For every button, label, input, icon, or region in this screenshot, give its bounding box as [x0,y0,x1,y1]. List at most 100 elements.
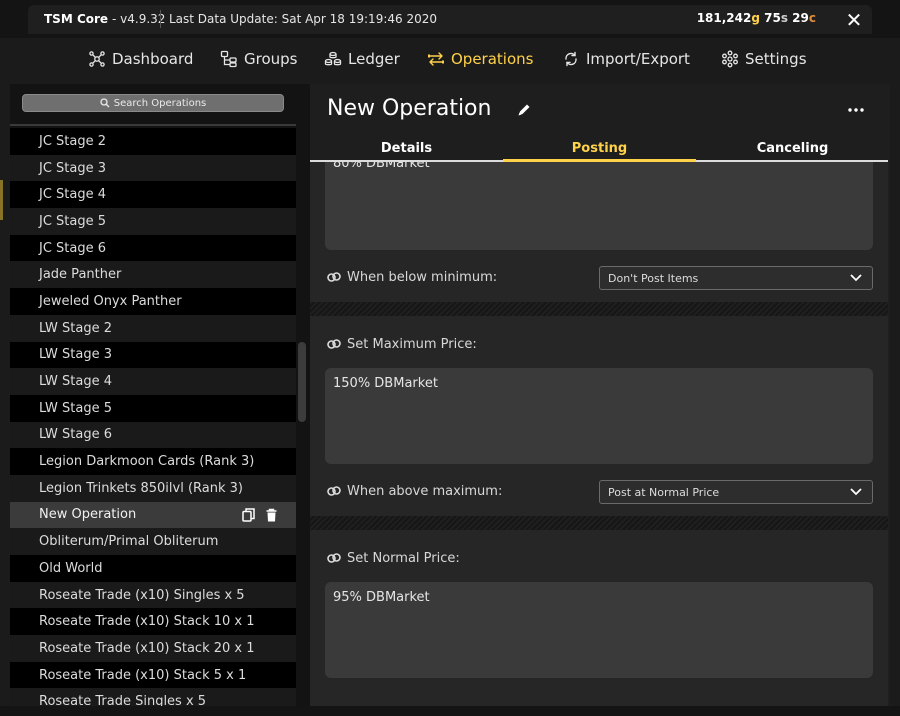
min-price-input[interactable]: 80% DBMarket [325,162,873,250]
list-item[interactable]: Roseate Trade (x10) Stack 20 x 1 [10,635,296,662]
search-operations-input[interactable]: Search Operations [22,94,284,112]
list-item[interactable]: Roseate Trade (x10) Stack 10 x 1 [10,608,296,636]
list-item[interactable]: Obliterum/Primal Obliterum [10,528,296,555]
nav-dashboard[interactable]: Dashboard [88,46,193,72]
nav-operations[interactable]: Operations [427,46,533,72]
list-item[interactable]: Jade Panther [10,261,296,289]
normal-price-value: 95% DBMarket [333,590,430,605]
app-name: TSM Core [44,12,109,26]
nav-dashboard-label: Dashboard [112,50,194,68]
list-item-label: Legion Trinkets 850ilvl (Rank 3) [39,480,243,496]
title-separator [160,10,161,28]
list-item-label: JC Stage 5 [39,213,107,229]
list-item-label: LW Stage 4 [39,374,113,390]
nav-groups[interactable]: Groups [220,46,297,72]
operation-details-panel: New Operation Details Posting Canceling … [310,84,890,716]
app-version: - v4.9.32 [112,12,166,26]
nav-settings-label: Settings [745,50,807,68]
pencil-icon[interactable] [516,102,532,118]
nav-groups-label: Groups [244,50,298,68]
edge-glow [0,180,3,220]
min-price-section: 80% DBMarket When below minimum: Don't P… [310,162,888,302]
list-item[interactable]: LW Stage 6 [10,421,296,449]
dashboard-icon [89,51,105,67]
groups-icon [220,50,237,68]
silver-value: 75 [759,11,781,25]
ledger-icon [324,51,342,66]
max-price-text: Set Maximum Price: [347,336,477,352]
row-actions [242,507,278,522]
tab-posting[interactable]: Posting [503,138,696,160]
list-scrollbar[interactable] [298,342,306,422]
above-max-text: When above maximum: [347,483,503,499]
list-item-label: Roseate Trade (x10) Singles x 5 [39,587,245,603]
max-price-value: 150% DBMarket [333,376,438,391]
list-item-label: Jade Panther [39,267,122,283]
delete-icon[interactable] [265,508,278,522]
list-item-label: Old World [39,560,103,576]
max-price-input[interactable]: 150% DBMarket [325,368,873,464]
list-item[interactable]: JC Stage 3 [10,154,296,182]
nav-import-export[interactable]: Import/Export [562,46,690,72]
list-item[interactable]: Jeweled Onyx Panther [10,288,296,315]
list-item[interactable]: JC Stage 6 [10,234,296,262]
app-window: TSM Core - v4.9.32 Last Data Update: Sat… [0,0,900,716]
chevron-down-icon [850,488,862,496]
tab-canceling[interactable]: Canceling [696,138,889,160]
gold-unit: g [751,11,760,25]
silver-unit: s [780,11,788,25]
list-item[interactable]: Roseate Trade (x10) Stack 5 x 1 [10,661,296,689]
list-item-label: LW Stage 5 [39,400,113,416]
normal-price-input[interactable]: 95% DBMarket [325,582,873,678]
list-item[interactable]: Legion Trinkets 850ilvl (Rank 3) [10,474,296,502]
list-item-label: Legion Darkmoon Cards (Rank 3) [39,454,255,470]
window-bottom-border [0,706,900,716]
copy-icon[interactable] [242,507,255,522]
close-button[interactable]: ✕ [836,6,872,34]
link-icon [327,339,341,349]
more-options-icon[interactable] [848,108,864,112]
list-item-label: New Operation [39,507,137,523]
above-max-dropdown[interactable]: Post at Normal Price [599,480,873,504]
normal-price-label: Set Normal Price: [327,549,460,567]
list-item-label: LW Stage 6 [39,427,113,443]
list-item[interactable]: JC Stage 4 [10,181,296,209]
list-item[interactable]: New Operation [10,501,296,529]
main-nav: Dashboard Groups Ledger Operations Impor… [0,38,900,118]
list-item[interactable]: Roseate Trade (x10) Singles x 5 [10,581,296,609]
above-max-label: When above maximum: [327,482,502,500]
list-item[interactable]: LW Stage 5 [10,394,296,422]
list-item[interactable]: Legion Darkmoon Cards (Rank 3) [10,448,296,475]
search-divider [10,124,296,126]
list-item-label: Obliterum/Primal Obliterum [39,534,219,550]
list-item-label: Jeweled Onyx Panther [39,293,182,309]
normal-price-section: Set Normal Price: 95% DBMarket [310,530,888,716]
operation-title: New Operation [327,96,492,121]
nav-operations-label: Operations [451,50,534,68]
operations-icon [428,52,444,66]
copper-unit: c [808,11,816,25]
list-item[interactable]: JC Stage 2 [10,128,296,155]
list-item[interactable]: JC Stage 5 [10,208,296,235]
list-item-label: JC Stage 4 [39,187,107,203]
max-price-label: Set Maximum Price: [327,335,477,353]
last-data-update: Last Data Update: Sat Apr 18 19:19:46 20… [169,12,437,26]
operations-sidebar: Search Operations JC Stage 2 JC Stage 3 JC… [10,84,310,716]
nav-import-export-label: Import/Export [586,50,690,68]
nav-ledger[interactable]: Ledger [324,46,400,72]
list-item-label: LW Stage 3 [39,347,113,363]
settings-icon [722,50,738,68]
list-item[interactable]: LW Stage 4 [10,368,296,395]
nav-settings[interactable]: Settings [721,46,807,72]
list-item[interactable]: LW Stage 2 [10,314,296,342]
tab-details[interactable]: Details [310,138,503,160]
below-min-dropdown[interactable]: Don't Post Items [599,266,873,290]
list-item-label: LW Stage 2 [39,320,113,336]
posting-settings: 80% DBMarket When below minimum: Don't P… [310,162,888,716]
list-item[interactable]: LW Stage 3 [10,341,296,369]
gold-amount: 181,242g 75s 29c [697,11,816,25]
list-item[interactable]: Old World [10,555,296,582]
search-icon [100,98,110,108]
section-divider [310,302,888,316]
link-icon [327,486,341,496]
